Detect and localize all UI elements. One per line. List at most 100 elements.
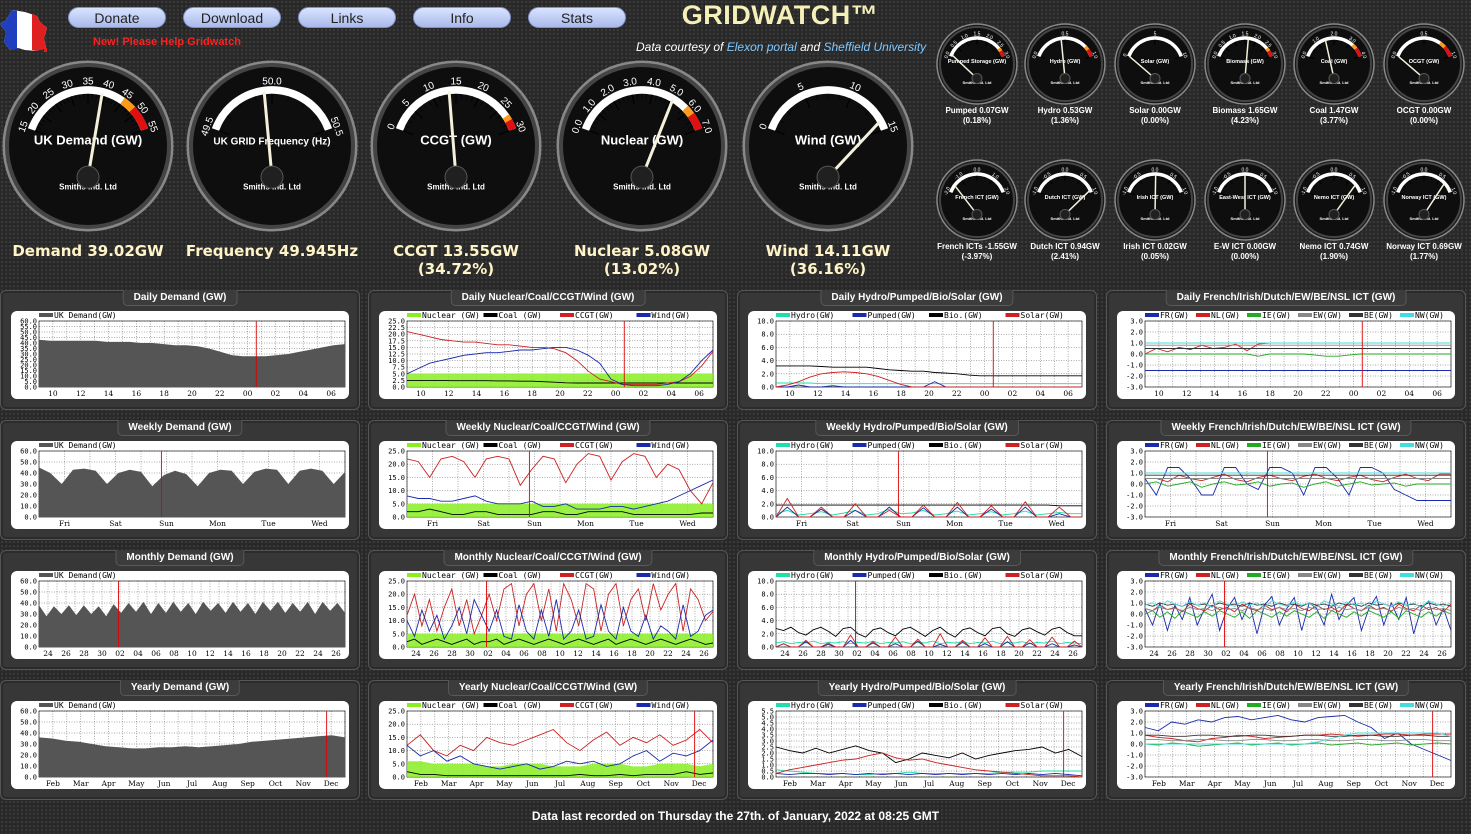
y-tick-label: -2.0 bbox=[1126, 763, 1143, 771]
y-tick-label: 20.0 bbox=[20, 622, 37, 630]
x-tick-label: 12 bbox=[813, 389, 823, 398]
gauge-label: Nemo ICT (GW) bbox=[1314, 195, 1354, 201]
chart-panel-title: Weekly Hydro/Pumped/Bio/Solar (GW) bbox=[815, 420, 1019, 436]
y-tick-label: 30.0 bbox=[20, 481, 37, 489]
x-tick-label: 22 bbox=[1401, 649, 1411, 658]
legend-swatch bbox=[852, 313, 867, 317]
x-tick-label: 14 bbox=[1210, 389, 1220, 398]
legend-label: Wind(GW) bbox=[652, 441, 691, 450]
x-tick-label: 02 bbox=[271, 389, 281, 398]
legend-label: Bio.(GW) bbox=[944, 311, 983, 320]
chart-panel-monthly-french-irish-dutch-ew-be-nsl-ict-gw: Monthly French/Irish/Dutch/EW/BE/NSL ICT… bbox=[1106, 550, 1466, 670]
legend-swatch bbox=[1349, 313, 1363, 317]
gauge-tick-label: 15 bbox=[450, 76, 462, 87]
y-tick-label: 10.0 bbox=[757, 448, 774, 456]
legend-swatch bbox=[1247, 313, 1261, 317]
x-tick-label: Aug bbox=[1317, 779, 1333, 788]
help-gridwatch-link[interactable]: New! Please Help Gridwatch bbox=[93, 36, 241, 48]
x-tick-label: 22 bbox=[1321, 389, 1331, 398]
chart-panel-title: Daily Nuclear/Coal/CCGT/Wind (GW) bbox=[450, 290, 646, 306]
sheffield-university-link[interactable]: Sheffield University bbox=[823, 40, 926, 54]
x-tick-label: 16 bbox=[1347, 649, 1357, 658]
gauge-caption-percent: (0.00%) bbox=[1230, 252, 1259, 261]
y-tick-label: 30.0 bbox=[20, 741, 37, 749]
legend-swatch bbox=[39, 573, 53, 577]
y-tick-label: 0.0 bbox=[24, 514, 37, 522]
x-tick-label: 30 bbox=[834, 649, 844, 658]
chart-panel-daily-hydro-pumped-bio-solar-gw: Daily Hydro/Pumped/Bio/Solar (GW) Hydro(G… bbox=[737, 290, 1097, 410]
x-tick-label: 12 bbox=[76, 389, 86, 398]
gauge-tick-label: 0.0 bbox=[974, 168, 981, 174]
x-tick-label: 16 bbox=[132, 389, 142, 398]
gauge-caption-percent: (0.05%) bbox=[1140, 252, 1169, 261]
legend-label: NW(GW) bbox=[1415, 701, 1444, 710]
x-tick-label: 28 bbox=[447, 649, 457, 658]
big-gauge-uk-grid-frequency-hz: 49.5 50.0 50.5 UK GRID Frequency (Hz) Smiths… bbox=[186, 60, 358, 232]
legend-label: Nuclear (GW) bbox=[422, 571, 480, 580]
credit-prefix: Data courtesy of bbox=[636, 40, 727, 54]
legend-swatch bbox=[776, 703, 790, 707]
x-tick-label: Sat bbox=[477, 519, 490, 528]
y-tick-label: 50.0 bbox=[20, 589, 37, 597]
legend-label: CCGT(GW) bbox=[575, 441, 614, 450]
x-tick-label: Mon bbox=[209, 519, 226, 528]
gauge-tick-label: 2.0 bbox=[1331, 32, 1338, 38]
y-tick-label: 3.0 bbox=[1130, 708, 1143, 716]
x-tick-label: May bbox=[496, 779, 513, 788]
download-button[interactable]: Download bbox=[183, 7, 281, 28]
gauge-label: Nuclear (GW) bbox=[601, 132, 683, 147]
x-tick-label: Jul bbox=[1292, 779, 1304, 788]
y-tick-label: 40.0 bbox=[20, 730, 37, 738]
legend-swatch bbox=[1005, 443, 1020, 447]
legend-label: IE(GW) bbox=[1262, 701, 1291, 710]
info-button[interactable]: Info bbox=[413, 7, 511, 28]
chart-panel-title: Daily French/Irish/Dutch/EW/BE/NSL ICT (… bbox=[1165, 290, 1407, 306]
y-tick-label: 10.0 bbox=[757, 578, 774, 586]
x-tick-label: Jun bbox=[1263, 779, 1277, 788]
legend-label: Bio.(GW) bbox=[944, 701, 983, 710]
x-tick-label: 02 bbox=[115, 649, 125, 658]
y-tick-label: 15.0 bbox=[388, 734, 405, 742]
x-tick-label: 26 bbox=[1068, 649, 1078, 658]
links-button[interactable]: Links bbox=[298, 7, 396, 28]
x-tick-label: Feb bbox=[1152, 779, 1166, 788]
y-tick-label: 0.0 bbox=[761, 514, 774, 522]
x-tick-label: 26 bbox=[61, 649, 71, 658]
legend-swatch bbox=[776, 313, 790, 317]
legend-label: FR(GW) bbox=[1160, 701, 1189, 710]
x-tick-label: 04 bbox=[501, 649, 511, 658]
x-tick-label: 22 bbox=[215, 389, 225, 398]
x-tick-label: 08 bbox=[906, 649, 916, 658]
chart-plot: Nuclear (GW) Coal (GW) CCGT(GW) Wind(GW) 0.0… bbox=[379, 571, 717, 659]
legend-swatch bbox=[1196, 313, 1210, 317]
gauge-caption-percent: (1.36%) bbox=[1050, 116, 1079, 125]
y-tick-label: 25.0 bbox=[388, 448, 405, 456]
y-tick-label: 6.0 bbox=[761, 344, 774, 352]
y-tick-label: 0.0 bbox=[392, 514, 405, 522]
x-tick-label: Mar bbox=[1179, 779, 1195, 788]
x-tick-label: Apr bbox=[101, 779, 116, 788]
x-tick-label: 12 bbox=[1182, 389, 1192, 398]
donate-button[interactable]: Donate bbox=[68, 7, 166, 28]
legend-label: EW(GW) bbox=[1313, 571, 1342, 580]
x-tick-label: 10 bbox=[1154, 389, 1164, 398]
x-tick-label: Nov bbox=[296, 779, 312, 788]
x-tick-label: 18 bbox=[1365, 649, 1375, 658]
stats-button[interactable]: Stats bbox=[528, 7, 626, 28]
series-line-ie-gw bbox=[1145, 353, 1451, 357]
chart-panel-weekly-demand-gw: Weekly Demand (GW) UK Demand(GW) 0.0 10.0 20… bbox=[0, 420, 360, 540]
y-tick-label: 1.0 bbox=[1130, 600, 1143, 608]
gauge-caption: Coal 1.47GW (3.77%) bbox=[1289, 106, 1379, 126]
legend-label: EW(GW) bbox=[1313, 441, 1342, 450]
y-tick-label: 0.0 bbox=[1130, 481, 1143, 489]
x-tick-label: May bbox=[865, 779, 882, 788]
legend-label: Hydro(GW) bbox=[791, 441, 834, 450]
elexon-portal-link[interactable]: Elexon portal bbox=[727, 40, 797, 54]
series-area-uk-demand-gw bbox=[39, 339, 345, 387]
gauge-caption: OCGT 0.00GW (0.00%) bbox=[1379, 106, 1469, 126]
x-tick-label: 22 bbox=[1032, 649, 1042, 658]
x-tick-label: Feb bbox=[414, 779, 428, 788]
x-tick-label: Mon bbox=[946, 519, 963, 528]
x-tick-label: Tue bbox=[1367, 519, 1382, 528]
x-tick-label: 08 bbox=[1275, 649, 1285, 658]
